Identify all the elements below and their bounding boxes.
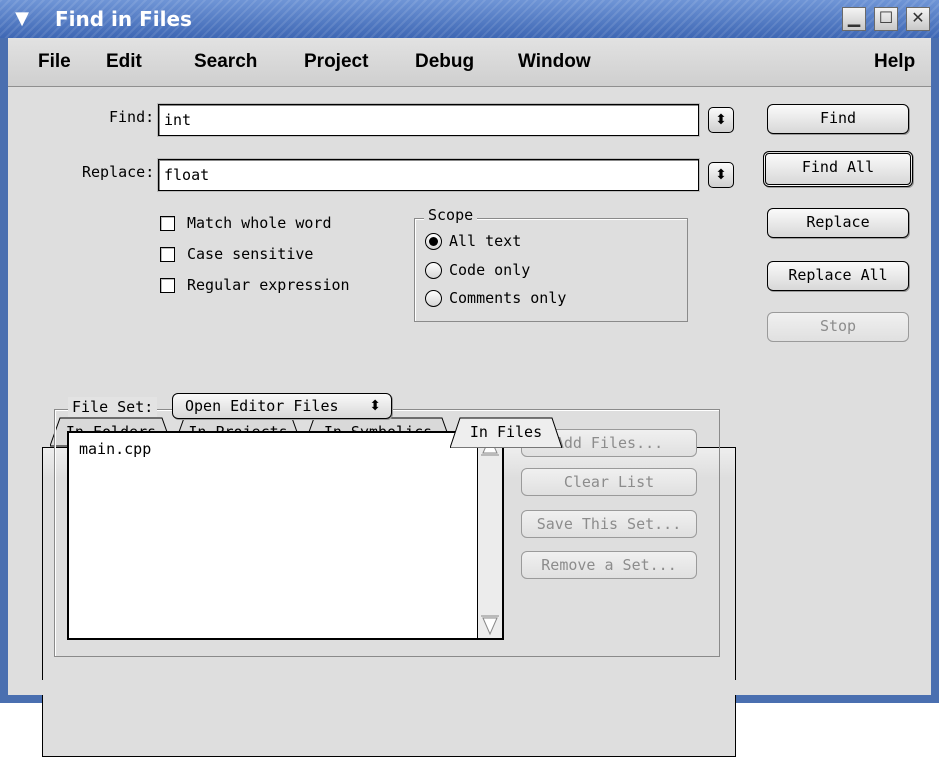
find-in-files-window: ▼ Find in Files ▁ ☐ ✕ File Edit Search P… — [0, 0, 939, 757]
scope-title: Scope — [424, 205, 478, 225]
minimize-icon[interactable]: ▁ — [842, 7, 866, 31]
scope-all-text-radio[interactable] — [425, 233, 442, 250]
file-list-item[interactable]: main.cpp — [79, 439, 151, 459]
replace-input[interactable]: float — [158, 159, 699, 191]
popup-arrows-icon: ⬍ — [369, 398, 381, 414]
scrollbar-arrows — [481, 435, 499, 636]
window-bottom-edge — [8, 680, 931, 695]
menu-window[interactable]: Window — [518, 50, 591, 74]
match-whole-word-label: Match whole word — [187, 214, 332, 232]
scope-comments-only-radio[interactable] — [425, 290, 442, 307]
file-set-popup[interactable]: Open Editor Files ⬍ — [172, 393, 392, 419]
scroll-down-arrow-icon[interactable] — [482, 617, 498, 636]
regular-expression-checkbox[interactable] — [160, 278, 175, 293]
tab-in-files-active[interactable]: In Files — [450, 417, 562, 448]
find-all-button[interactable]: Find All — [763, 151, 913, 187]
menu-help[interactable]: Help — [874, 50, 915, 74]
file-list[interactable]: main.cpp — [67, 431, 504, 640]
replace-history-stepper-icon[interactable]: ⬍ — [708, 162, 734, 188]
title-bar[interactable]: ▼ Find in Files ▁ ☐ ✕ — [0, 0, 939, 38]
regular-expression-label: Regular expression — [187, 276, 350, 294]
find-input[interactable]: int — [158, 104, 699, 136]
find-history-stepper-icon[interactable]: ⬍ — [708, 107, 734, 133]
dialog-content: Find: int ⬍ Replace: float ⬍ Match whole… — [8, 87, 931, 757]
window-menu-chevron-icon[interactable]: ▼ — [10, 8, 34, 30]
replace-button[interactable]: Replace — [767, 208, 909, 238]
menu-debug[interactable]: Debug — [415, 50, 474, 74]
scope-comments-only-label: Comments only — [449, 289, 567, 307]
menu-search[interactable]: Search — [194, 50, 257, 74]
remove-a-set-button[interactable]: Remove a Set... — [521, 551, 697, 579]
case-sensitive-label: Case sensitive — [187, 245, 314, 263]
save-this-set-button[interactable]: Save This Set... — [521, 510, 697, 538]
find-button[interactable]: Find — [767, 104, 909, 134]
tab-in-files-label: In Files — [469, 423, 543, 441]
menu-edit[interactable]: Edit — [106, 50, 142, 74]
scope-code-only-radio[interactable] — [425, 262, 442, 279]
stop-button[interactable]: Stop — [767, 312, 909, 342]
clear-list-button[interactable]: Clear List — [521, 468, 697, 496]
match-whole-word-checkbox[interactable] — [160, 216, 175, 231]
close-icon[interactable]: ✕ — [906, 7, 930, 31]
scope-code-only-label: Code only — [449, 261, 531, 279]
menu-file[interactable]: File — [38, 50, 71, 74]
file-set-label: File Set: — [68, 397, 158, 417]
maximize-icon[interactable]: ☐ — [874, 7, 898, 31]
menu-project[interactable]: Project — [304, 50, 368, 74]
scope-all-text-label: All text — [449, 232, 522, 250]
replace-label: Replace: — [82, 163, 155, 181]
file-list-scrollbar[interactable] — [477, 433, 502, 638]
replace-all-button[interactable]: Replace All — [767, 261, 909, 291]
file-set-selected: Open Editor Files — [185, 397, 339, 415]
case-sensitive-checkbox[interactable] — [160, 247, 175, 262]
find-label: Find: — [109, 108, 155, 126]
window-title: Find in Files — [55, 7, 192, 31]
menu-bar: File Edit Search Project Debug Window He… — [8, 38, 931, 87]
